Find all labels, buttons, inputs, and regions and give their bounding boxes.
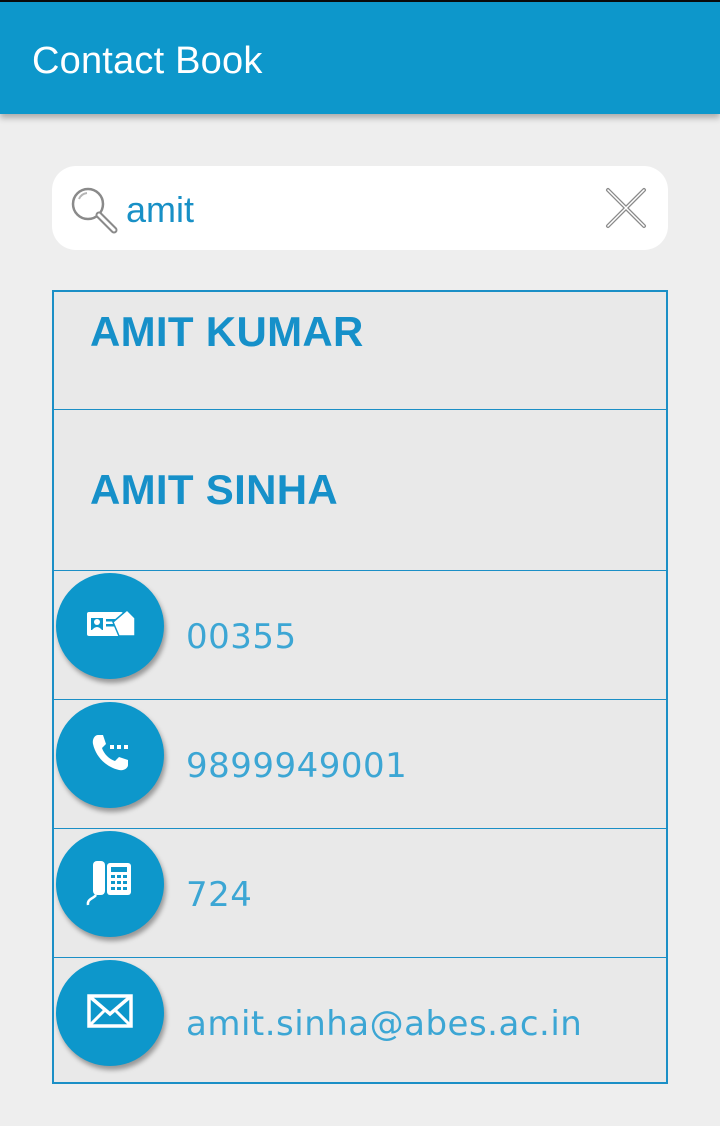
close-icon[interactable] <box>602 184 650 232</box>
app-title: Contact Book <box>32 40 263 82</box>
contact-list: AMIT KUMAR AMIT SINHA 00355 9899949001 7… <box>52 290 668 1084</box>
call-button[interactable] <box>56 702 164 808</box>
desk-phone-icon <box>83 855 137 914</box>
contact-name: AMIT KUMAR <box>90 308 364 355</box>
detail-row-employee-id[interactable]: 00355 <box>54 571 666 700</box>
detail-row-extension[interactable]: 724 <box>54 829 666 958</box>
detail-row-mobile[interactable]: 9899949001 <box>54 700 666 829</box>
id-card-icon <box>83 604 137 649</box>
mobile-number-text: 9899949001 <box>186 746 408 786</box>
app-bar: Contact Book <box>0 0 720 114</box>
email-button[interactable] <box>56 960 164 1066</box>
search-input[interactable] <box>126 186 566 234</box>
contact-row-amit-kumar[interactable]: AMIT KUMAR <box>54 292 666 410</box>
extension-text: 724 <box>186 875 253 915</box>
email-text: amit.sinha@abes.ac.in <box>186 1004 583 1044</box>
extension-button[interactable] <box>56 831 164 937</box>
id-card-button[interactable] <box>56 573 164 679</box>
mail-icon <box>87 993 133 1033</box>
detail-row-email[interactable]: amit.sinha@abes.ac.in <box>54 958 666 1087</box>
contact-name: AMIT SINHA <box>90 466 338 513</box>
employee-id-text: 00355 <box>186 617 297 657</box>
contact-row-amit-sinha[interactable]: AMIT SINHA <box>54 410 666 571</box>
phone-icon <box>88 731 132 780</box>
search-icon <box>68 184 120 236</box>
